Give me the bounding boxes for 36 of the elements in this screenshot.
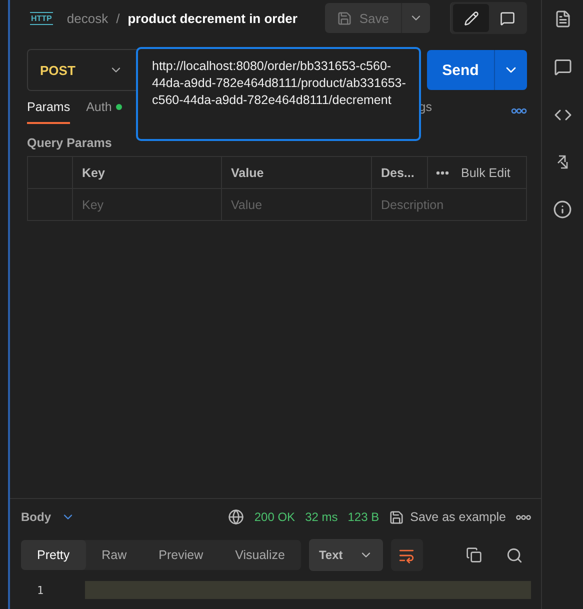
line-number: 1 — [36, 584, 45, 596]
response-size: 123 B — [348, 510, 380, 524]
document-icon[interactable] — [554, 10, 572, 28]
request-title: product decrement in order — [128, 10, 298, 26]
breadcrumb-separator: / — [116, 10, 120, 26]
comment-icon — [500, 10, 514, 26]
view-tab[interactable]: Preview — [142, 540, 220, 570]
request-tab[interactable]: Auth — [86, 100, 122, 124]
method-select[interactable]: POST — [27, 49, 135, 91]
http-badge: HTTP — [30, 12, 53, 24]
column-header: Key — [73, 157, 222, 189]
collection-name[interactable]: decosk — [66, 10, 108, 26]
view-tab[interactable]: Raw — [86, 540, 143, 570]
copy-icon — [466, 547, 482, 563]
body-dropdown[interactable]: Body — [21, 510, 75, 524]
format-select[interactable]: Text — [308, 539, 383, 571]
edit-button[interactable] — [453, 4, 489, 32]
status-code: 200 OK — [254, 510, 296, 524]
column-header: Value — [222, 157, 372, 189]
view-tab[interactable]: Pretty — [21, 540, 86, 570]
more-icon[interactable] — [516, 514, 531, 520]
request-tab[interactable]: Params — [27, 100, 70, 124]
more-icon — [436, 170, 449, 174]
pencil-icon — [464, 10, 478, 26]
bulk-edit-link[interactable]: Bulk Edit — [461, 166, 510, 180]
info-icon[interactable] — [553, 200, 572, 219]
response-time: 32 ms — [305, 510, 338, 524]
url-field[interactable]: http://localhost:8080/order/bb331653-c560-44da-a9dd-782e464d8111/product/ab331653-c560-44da-a9dd-782e464d8111/decrement — [136, 47, 421, 141]
comment-icon[interactable] — [554, 58, 572, 76]
globe-icon — [228, 509, 244, 525]
save-example-button[interactable]: Save as example — [389, 510, 506, 524]
section-title: Query Params — [26, 135, 113, 152]
search-icon — [506, 546, 523, 564]
wrap-lines-button[interactable] — [390, 539, 423, 571]
column-header: Des... — [372, 157, 428, 189]
view-tab[interactable]: Visualize — [219, 540, 301, 570]
